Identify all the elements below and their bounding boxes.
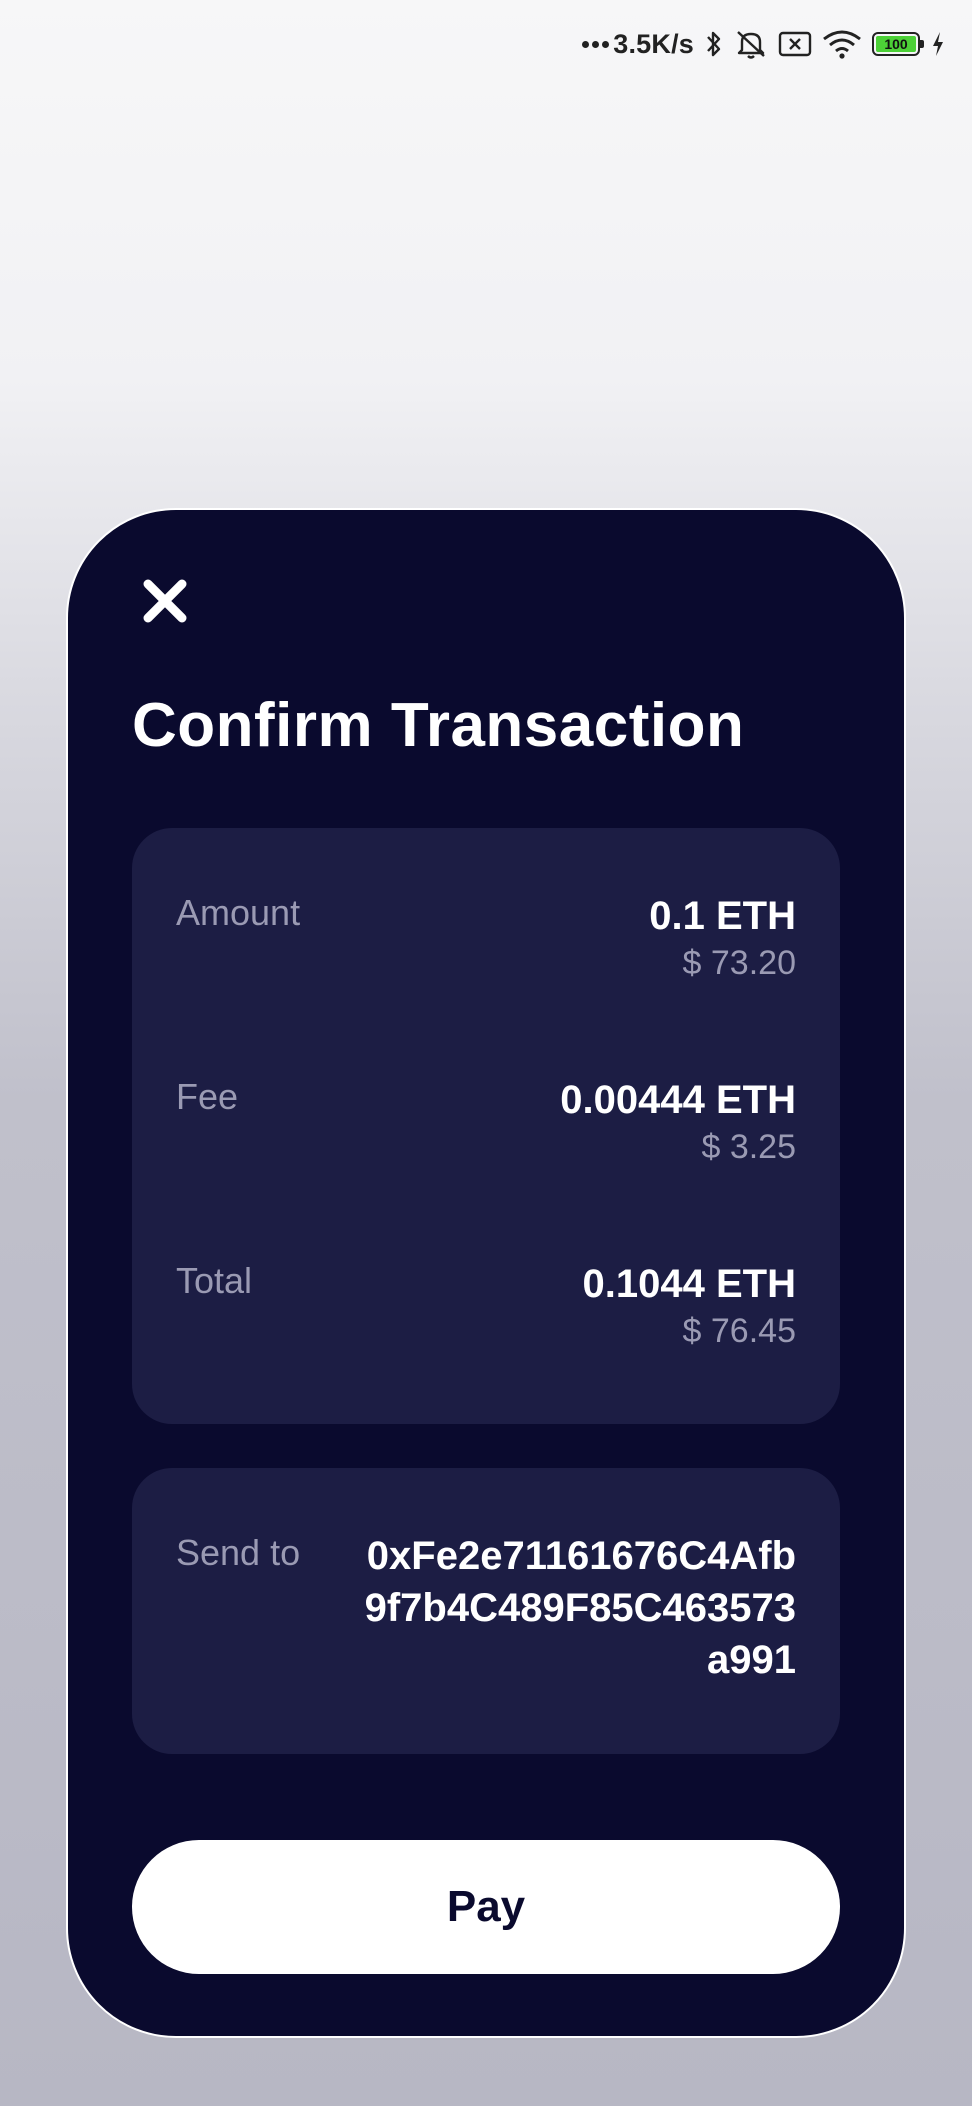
total-label: Total <box>176 1260 253 1301</box>
network-speed: 3.5K/s <box>582 29 694 60</box>
status-bar: 3.5K/s 100 <box>0 0 972 88</box>
recipient-address: 0xFe2e71161676C4Afb9f7b4C489F85C463573a9… <box>364 1534 796 1682</box>
charging-bolt-icon <box>930 30 946 58</box>
amount-value: 0.1 ETH <box>649 894 796 938</box>
confirm-transaction-modal: Confirm Transaction Amount 0.1 ETH $ 73.… <box>66 508 906 2038</box>
total-values: 0.1044 ETH $ 76.45 <box>583 1260 796 1354</box>
battery-level: 100 <box>876 36 916 52</box>
battery-icon: 100 <box>872 32 924 56</box>
network-speed-text: 3.5K/s <box>613 28 694 59</box>
sim-off-icon <box>778 30 812 58</box>
amount-label: Amount <box>176 892 301 933</box>
amount-summary-panel: Amount 0.1 ETH $ 73.20 Fee 0.00444 ETH $… <box>132 828 840 1424</box>
more-dots-icon <box>582 40 610 48</box>
fee-fiat: $ 3.25 <box>701 1128 796 1166</box>
total-value: 0.1044 ETH <box>582 1262 796 1306</box>
mute-bell-icon <box>734 28 768 60</box>
total-fiat: $ 76.45 <box>682 1312 796 1350</box>
fee-value: 0.00444 ETH <box>560 1078 796 1122</box>
fee-label: Fee <box>176 1076 239 1117</box>
close-icon <box>143 579 187 623</box>
fee-values: 0.00444 ETH $ 3.25 <box>560 1076 796 1170</box>
status-icons: 3.5K/s 100 <box>582 26 946 62</box>
close-button[interactable] <box>138 574 192 628</box>
pay-button[interactable]: Pay <box>132 1840 840 1974</box>
page-title: Confirm Transaction <box>132 691 745 760</box>
amount-fiat: $ 73.20 <box>682 944 796 982</box>
send-to-label: Send to <box>176 1532 301 1573</box>
bluetooth-icon <box>704 29 724 59</box>
amount-values: 0.1 ETH $ 73.20 <box>649 892 796 986</box>
send-to-panel: Send to 0xFe2e71161676C4Afb9f7b4C489F85C… <box>132 1468 840 1754</box>
wifi-icon <box>822 29 862 59</box>
